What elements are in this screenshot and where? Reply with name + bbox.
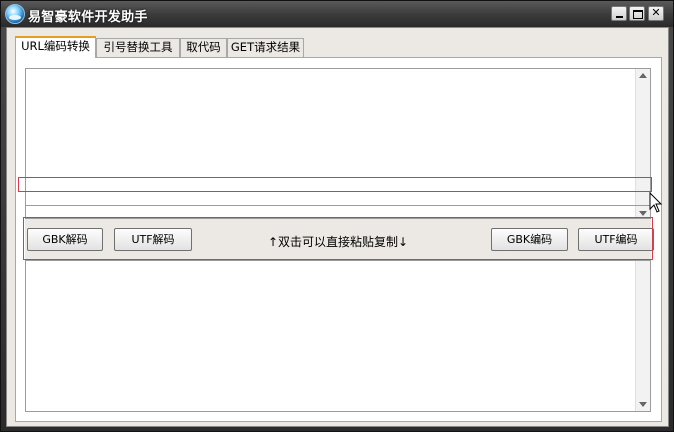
maximize-button[interactable] <box>629 6 645 21</box>
source-textarea[interactable] <box>25 68 651 206</box>
scroll-down-icon[interactable] <box>639 211 647 216</box>
close-button[interactable]: ✕ <box>648 6 664 21</box>
double-click-hint: ↑双击可以直接粘贴复制↓ <box>268 235 409 249</box>
tab-get-request-result[interactable]: GET请求结果 <box>227 38 304 57</box>
tab-panel: GBK解码 UTF解码 ↑双击可以直接粘贴复制↓ GBK编码 UTF编码 <box>15 57 662 422</box>
mouse-pointer-icon <box>649 192 663 213</box>
client-area: URL编码转换 引号替换工具 取代码 GET请求结果 GBK解码 UTF解码 ↑… <box>6 27 669 427</box>
tab-url-encode[interactable]: URL编码转换 <box>15 36 96 58</box>
utf-decode-button[interactable]: UTF解码 <box>114 228 192 251</box>
action-toolbar: GBK解码 UTF解码 ↑双击可以直接粘贴复制↓ GBK编码 UTF编码 <box>25 219 654 261</box>
tab-quote-replace[interactable]: 引号替换工具 <box>96 38 180 57</box>
gbk-decode-button[interactable]: GBK解码 <box>27 228 103 251</box>
app-logo-icon <box>5 4 25 24</box>
result-textarea[interactable] <box>25 260 651 412</box>
tab-get-code[interactable]: 取代码 <box>180 38 227 57</box>
title-bar[interactable]: 易智豪软件开发助手 ✕ <box>1 1 673 27</box>
middle-input-field[interactable] <box>25 205 651 219</box>
vertical-scrollbar[interactable] <box>635 206 650 218</box>
vertical-scrollbar[interactable] <box>635 69 650 205</box>
scroll-up-icon[interactable] <box>639 73 647 78</box>
window-title: 易智豪软件开发助手 <box>28 10 148 25</box>
utf-encode-button[interactable]: UTF编码 <box>578 228 654 251</box>
gbk-encode-button[interactable]: GBK编码 <box>491 228 568 251</box>
scroll-down-icon[interactable] <box>639 402 647 407</box>
app-window: 易智豪软件开发助手 ✕ URL编码转换 引号替换工具 取代码 GET请求结果 G… <box>0 0 674 432</box>
vertical-scrollbar[interactable] <box>635 261 650 411</box>
minimize-button[interactable] <box>611 6 627 21</box>
